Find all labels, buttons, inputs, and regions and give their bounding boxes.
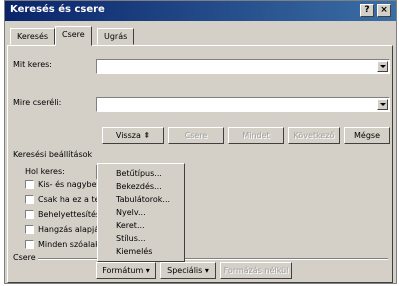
format-label: Formátum: [102, 266, 144, 275]
format-dropdown-icon: ▾: [145, 266, 150, 275]
whole-words-label: Csak ha ez a telj: [38, 195, 104, 204]
replace-dropdown-icon[interactable]: [377, 99, 388, 110]
menu-item-tabs[interactable]: Tabulátorok...: [116, 195, 170, 204]
search-direction-label: Hol keres:: [25, 167, 65, 176]
help-button[interactable]: ?: [360, 4, 374, 17]
menu-item-frame[interactable]: Keret...: [116, 221, 145, 230]
replace-section-label: Csere: [13, 253, 36, 262]
menu-item-style[interactable]: Stílus...: [116, 234, 146, 243]
cancel-button[interactable]: Mégse: [344, 127, 390, 144]
tab-replace[interactable]: Csere: [55, 26, 92, 46]
menu-item-font[interactable]: Betűtípus...: [116, 169, 162, 178]
menu-item-language[interactable]: Nyelv...: [116, 208, 146, 217]
special-label: Speciális: [167, 266, 203, 275]
title-bar[interactable]: Keresés és csere ? ×: [5, 1, 396, 21]
close-button[interactable]: ×: [377, 4, 391, 17]
whole-words-checkbox[interactable]: [25, 195, 34, 204]
search-options-heading: Keresési beállítások: [13, 150, 93, 159]
all-word-forms-checkbox[interactable]: [25, 240, 34, 249]
less-label: Vissza: [115, 131, 141, 140]
find-label: Mit keres:: [13, 60, 52, 69]
sounds-like-label: Hangzás alapján: [38, 225, 105, 234]
find-input[interactable]: [96, 59, 390, 74]
replace-button[interactable]: Csere: [168, 127, 224, 144]
less-button[interactable]: Vissza ⇞: [102, 127, 164, 144]
replace-label: Mire cseréli:: [13, 98, 62, 107]
menu-item-paragraph[interactable]: Bekezdés...: [116, 182, 162, 191]
find-next-button[interactable]: Következő: [288, 127, 340, 144]
no-formatting-button[interactable]: Formázás nélkül: [220, 262, 292, 279]
special-dropdown-icon: ▾: [204, 266, 209, 275]
find-dropdown-icon[interactable]: [377, 61, 388, 72]
tab-panel: Mit keres: Mire cseréli: Vissza ⇞ Csere …: [7, 45, 393, 283]
find-replace-dialog: Keresés és csere ? × Keresés Csere Ugrás…: [4, 0, 397, 284]
format-button[interactable]: Formátum ▾: [96, 262, 156, 279]
collapse-icon: ⇞: [143, 131, 151, 140]
tab-find[interactable]: Keresés: [10, 28, 56, 45]
match-case-label: Kis- és nagybetű: [38, 180, 105, 189]
replace-section-divider: [38, 258, 388, 260]
window-title: Keresés és csere: [10, 4, 105, 15]
sounds-like-checkbox[interactable]: [25, 225, 34, 234]
wildcards-label: Behelyettesítése: [38, 210, 106, 219]
wildcards-checkbox[interactable]: [25, 210, 34, 219]
special-button[interactable]: Speciális ▾: [160, 262, 216, 279]
format-menu: Betűtípus... Bekezdés... Tabulátorok... …: [97, 163, 185, 262]
all-word-forms-label: Minden szóalak: [38, 240, 100, 249]
menu-item-highlight[interactable]: Kiemelés: [116, 247, 152, 256]
replace-all-button[interactable]: Mindet: [228, 127, 284, 144]
tab-goto[interactable]: Ugrás: [97, 28, 135, 45]
match-case-checkbox[interactable]: [25, 180, 34, 189]
replace-input[interactable]: [96, 97, 390, 112]
